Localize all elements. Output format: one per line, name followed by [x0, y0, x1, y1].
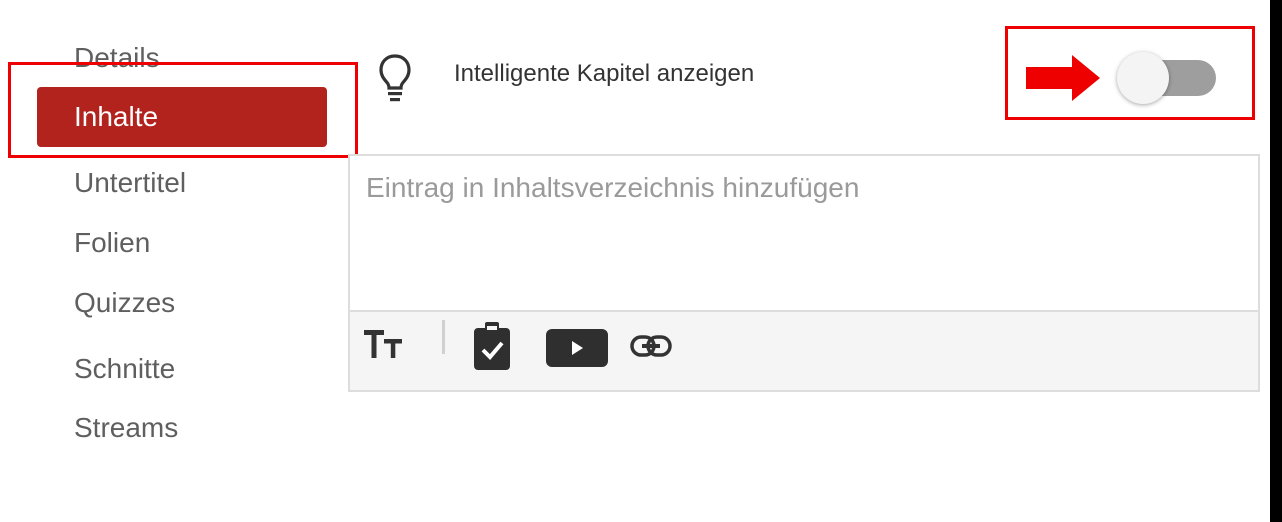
toc-entry-editor: Eintrag in Inhaltsverzeichnis hinzufügen: [348, 154, 1260, 392]
arrow-right-icon: [1026, 55, 1100, 101]
editor-toolbar: [350, 310, 1258, 390]
sidebar-item-streams[interactable]: Streams: [74, 411, 178, 445]
quiz-check-icon[interactable]: [474, 322, 510, 370]
toc-entry-input[interactable]: Eintrag in Inhaltsverzeichnis hinzufügen: [350, 156, 1258, 310]
sidebar-item-quizzes[interactable]: Quizzes: [74, 286, 175, 320]
sidebar-item-schnitte[interactable]: Schnitte: [74, 352, 175, 386]
window-edge: [1270, 0, 1282, 522]
sidebar-item-untertitel[interactable]: Untertitel: [74, 166, 186, 200]
link-icon[interactable]: [630, 334, 672, 358]
highlight-box-inhalte: [8, 62, 358, 158]
smart-chapters-label: Intelligente Kapitel anzeigen: [454, 60, 755, 87]
text-size-icon[interactable]: [364, 329, 404, 359]
lightbulb-icon: [379, 54, 411, 102]
toolbar-divider: [442, 320, 445, 354]
sidebar-item-folien[interactable]: Folien: [74, 226, 150, 260]
toggle-knob[interactable]: [1117, 52, 1169, 104]
video-play-icon[interactable]: [546, 329, 608, 367]
